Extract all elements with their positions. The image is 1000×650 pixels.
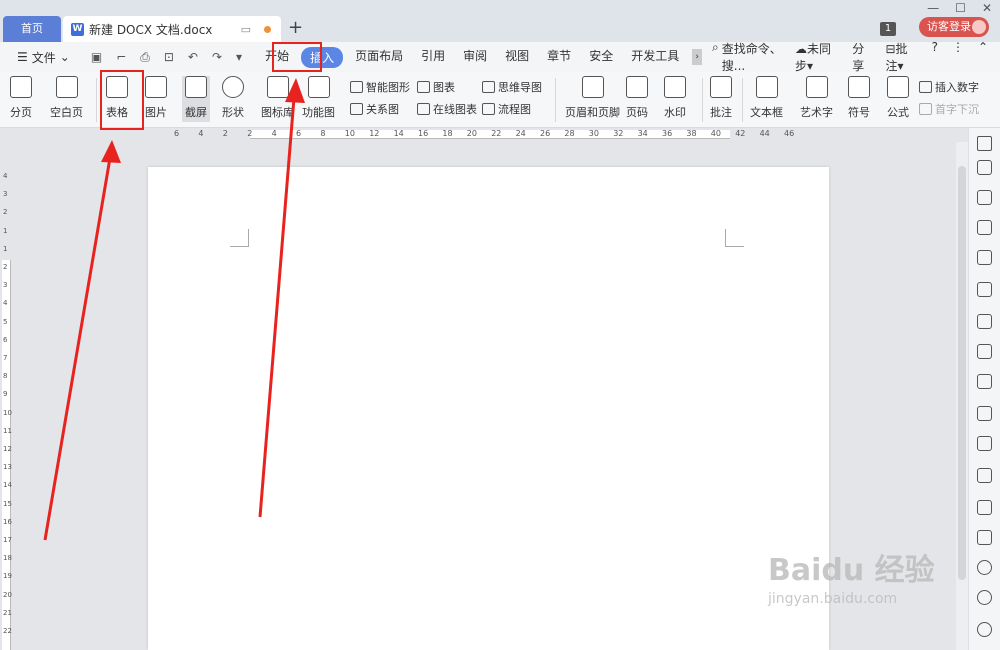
arrow-to-table-head [101,140,121,163]
watermark-url: jingyan.baidu.com [768,591,898,607]
arrow-to-insert-head [285,78,305,103]
watermark-brand: Baidu 经验 [768,553,935,588]
baidu-watermark: Baidu 经验 jingyan.baidu.com [768,545,935,607]
arrow-to-insert-line [258,97,296,518]
arrow-to-table-line [43,157,112,541]
